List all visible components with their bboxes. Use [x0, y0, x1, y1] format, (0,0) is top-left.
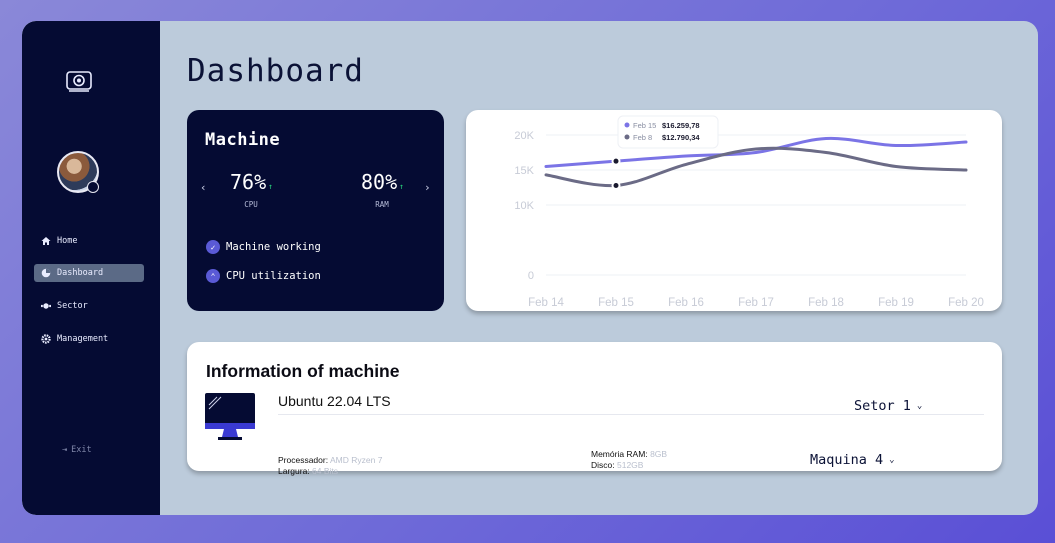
cpu-metric: 76% ↑ CPU [230, 170, 273, 209]
ram-label: RAM [375, 200, 389, 209]
chevron-down-icon: ⌄ [889, 455, 895, 465]
spec-value: 8GB [650, 449, 668, 459]
desktop-computer-icon [205, 393, 255, 440]
machine-select-value: Maquina 4 [810, 452, 884, 468]
spec-disk: Disco: 512GB [591, 460, 643, 470]
x-tick-label: Feb 19 [878, 297, 914, 309]
cpu-value: 76% [230, 170, 267, 194]
gear-icon [41, 334, 51, 344]
status-text: Machine working [226, 241, 321, 253]
pie-chart-icon [41, 268, 51, 278]
ram-metric: 80% ↑ RAM [361, 170, 404, 209]
spec-value: AMD Ryzen 7 [330, 455, 383, 465]
tooltip-label: Feb 8 [633, 133, 652, 142]
logo-icon [66, 71, 92, 92]
spec-label: Processador: [278, 455, 329, 465]
spec-width: Largura: 64 Bits [278, 466, 338, 476]
sidebar: Home Dashboard Sector Management ⇥ Exit [22, 21, 160, 515]
spec-value: 512GB [617, 460, 644, 470]
machine-info-card: Information of machine Ubuntu 22.04 LTS … [187, 342, 1002, 476]
info-title: Information of machine [206, 361, 400, 381]
tooltip-value: $16.259,78 [662, 121, 700, 130]
sidebar-item-dashboard[interactable]: Dashboard [34, 264, 144, 282]
status-text: CPU utilization [226, 270, 321, 282]
data-point-dot [613, 158, 619, 164]
chevron-up-icon: ⌃ [206, 269, 220, 283]
sidebar-item-sector[interactable]: Sector [34, 297, 144, 315]
arrow-up-icon: ↑ [268, 182, 273, 191]
sidebar-item-management[interactable]: Management [34, 330, 144, 348]
x-tick-label: Feb 18 [808, 297, 844, 309]
line-chart-card: 0 10K 15K 20K Feb 14 Feb 15 Feb 16 Feb 17 Feb 18… [466, 110, 1002, 311]
app-frame: Home Dashboard Sector Management ⇥ Exit … [22, 21, 1038, 515]
spec-label: Largura: [278, 466, 310, 476]
y-tick-label: 10K [514, 200, 534, 212]
sidebar-item-label: Dashboard [57, 268, 104, 278]
avatar[interactable] [57, 151, 99, 193]
machine-card-title: Machine [205, 130, 281, 150]
exit-icon: ⇥ [62, 445, 68, 455]
data-point-dot [613, 182, 619, 188]
avatar-badge [87, 181, 99, 193]
y-tick-label: 0 [528, 270, 534, 282]
machine-select[interactable]: Maquina 4 ⌄ [810, 452, 895, 468]
ram-value: 80% [361, 170, 398, 194]
sector-icon [41, 301, 51, 311]
arrow-up-icon: ↑ [399, 182, 404, 191]
chevron-left-icon[interactable]: ‹ [200, 181, 207, 194]
status-cpu-utilization[interactable]: ⌃ CPU utilization [206, 269, 321, 283]
x-tick-label: Feb 17 [738, 297, 774, 309]
check-icon: ✓ [206, 240, 220, 254]
x-tick-label: Feb 14 [528, 297, 564, 309]
x-tick-label: Feb 16 [668, 297, 704, 309]
sidebar-item-home[interactable]: Home [34, 232, 144, 250]
sector-select[interactable]: Setor 1 ⌄ [854, 398, 922, 414]
spec-label: Memória RAM: [591, 449, 648, 459]
tooltip-legend-dot [624, 134, 630, 140]
sidebar-item-label: Home [57, 236, 78, 246]
divider [278, 414, 984, 415]
exit-button[interactable]: ⇥ Exit [62, 445, 92, 455]
sidebar-item-label: Sector [57, 301, 88, 311]
spec-label: Disco: [591, 460, 615, 470]
y-tick-label: 15K [514, 165, 534, 177]
home-icon [41, 236, 51, 246]
x-tick-label: Feb 20 [948, 297, 984, 309]
x-tick-label: Feb 15 [598, 297, 634, 309]
os-name: Ubuntu 22.04 LTS [278, 393, 391, 409]
spec-ram: Memória RAM: 8GB [591, 449, 667, 459]
machine-card: Machine ‹ › 76% ↑ CPU 80% ↑ RAM ✓ Machine … [187, 110, 444, 311]
spec-processor: Processador: AMD Ryzen 7 [278, 455, 382, 465]
chevron-down-icon: ⌄ [916, 401, 923, 411]
tooltip-legend-dot [624, 122, 630, 128]
tooltip-label: Feb 15 [633, 121, 656, 130]
tooltip-pointer [611, 148, 621, 154]
sector-select-value: Setor 1 [854, 398, 911, 414]
page-title: Dashboard [187, 53, 364, 89]
y-tick-label: 20K [514, 130, 534, 142]
chevron-right-icon[interactable]: › [424, 181, 431, 194]
sidebar-item-label: Management [57, 334, 109, 344]
spec-value: 64 Bits [312, 466, 339, 476]
exit-label: Exit [71, 445, 92, 455]
series-line [544, 136, 968, 168]
tooltip-value: $12.790,34 [662, 133, 700, 142]
cpu-label: CPU [244, 200, 258, 209]
line-chart: 0 10K 15K 20K Feb 14 Feb 15 Feb 16 Feb 17 Feb 18… [514, 115, 984, 309]
status-machine-working: ✓ Machine working [206, 240, 321, 254]
